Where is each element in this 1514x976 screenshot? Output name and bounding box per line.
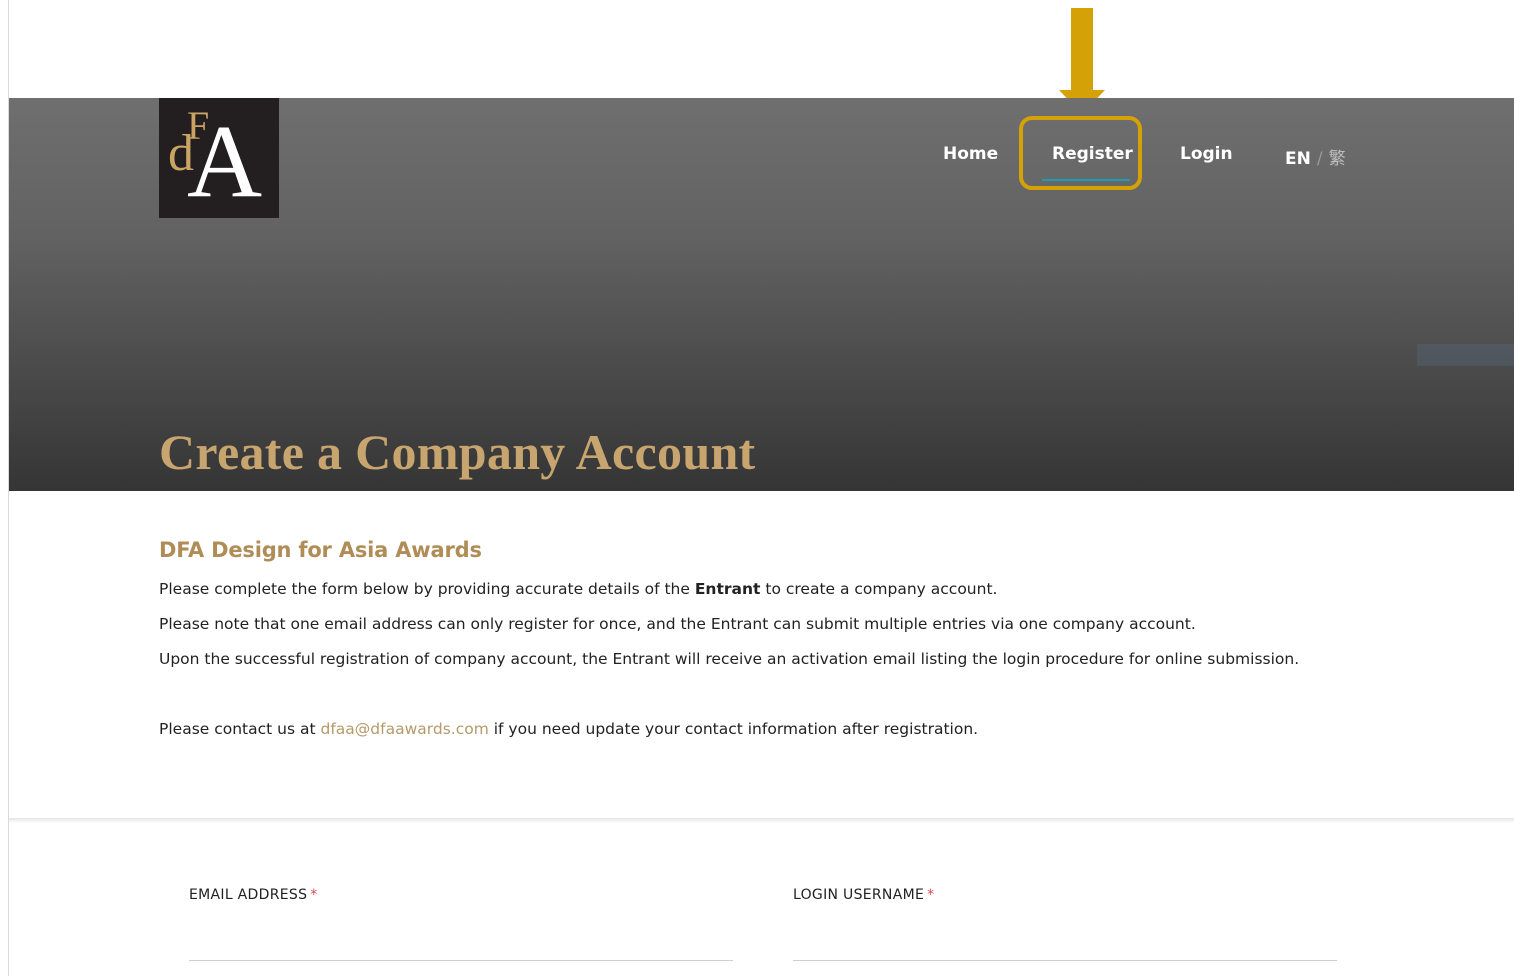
contact-text: Please contact us at [159,720,321,738]
required-asterisk: * [310,887,318,903]
logo-letter-a: A [187,104,263,218]
page-title: Create a Company Account [159,423,756,480]
awards-heading: DFA Design for Asia Awards [159,538,482,562]
intro-line-1: Please complete the form below by provid… [159,572,1359,607]
intro-line-3: Upon the successful registration of comp… [159,650,1300,668]
hero-header: d F A Home Register Login EN / 繁 Create a … [9,98,1514,491]
intro-line-2: Please note that one email address can o… [159,615,1196,633]
lang-separator: / [1316,149,1323,169]
language-switcher: EN / 繁 [1285,144,1346,169]
intro-line-1-end: to create a company account. [760,580,998,598]
intro-line-1-text: Please complete the form below by provid… [159,580,695,598]
lang-traditional-chinese[interactable]: 繁 [1329,149,1346,169]
username-label: LOGIN USERNAME * [793,887,934,903]
annotation-highlight-box [1019,116,1142,190]
entrant-emphasis: Entrant [694,580,761,598]
email-label: EMAIL ADDRESS * [189,887,318,903]
dfa-logo[interactable]: d F A [159,98,279,218]
window-left-edge [0,0,9,976]
contact-line: Please contact us at dfaa@dfaawards.com … [159,712,1359,747]
intro-section: DFA Design for Asia Awards Please comple… [159,538,1359,747]
contact-email-link[interactable]: dfaa@dfaawards.com [321,720,489,738]
email-label-text: EMAIL ADDRESS [189,887,308,903]
nav-home[interactable]: Home [943,144,998,164]
lang-en[interactable]: EN [1285,149,1311,169]
username-field[interactable] [793,924,1337,961]
nav-login[interactable]: Login [1180,144,1233,164]
email-field[interactable] [189,924,733,961]
side-floating-tab[interactable] [1417,344,1514,366]
form-divider [9,818,1514,823]
contact-text-end: if you need update your contact informat… [488,720,979,738]
required-asterisk: * [927,887,935,903]
username-label-text: LOGIN USERNAME [793,887,925,903]
